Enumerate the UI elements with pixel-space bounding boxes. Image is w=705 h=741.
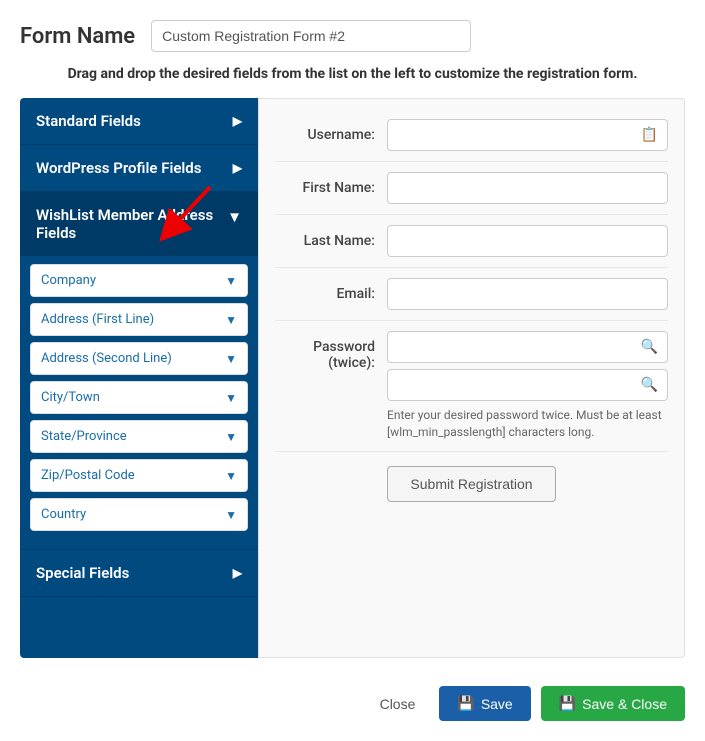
email-field-row: Email:	[275, 268, 668, 321]
footer-row: Close 💾 Save 💾 Save & Close	[20, 674, 685, 721]
address-fields-list: Company ▼ Address (First Line) ▼ Address…	[20, 256, 258, 549]
form-name-row: Form Name	[20, 20, 685, 52]
address-fields-label: WishList Member Address Fields	[36, 206, 227, 242]
sidebar-item-wordpress-fields[interactable]: WordPress Profile Fields ▶	[20, 145, 258, 191]
password-input-2[interactable]	[387, 369, 668, 401]
save-label: Save	[481, 696, 513, 712]
list-item[interactable]: Country ▼	[30, 498, 248, 531]
password-input-2-wrapper: 🔍	[387, 369, 668, 401]
save-close-label: Save & Close	[582, 696, 667, 712]
sidebar-item-standard-fields[interactable]: Standard Fields ▶	[20, 98, 258, 144]
save-icon: 💾	[457, 695, 474, 712]
sidebar-section-wordpress: WordPress Profile Fields ▶	[20, 145, 258, 192]
list-item[interactable]: Address (Second Line) ▼	[30, 342, 248, 375]
sidebar-item-address-fields[interactable]: WishList Member Address Fields ▼	[20, 192, 258, 256]
firstname-input[interactable]	[387, 172, 668, 204]
list-item[interactable]: Company ▼	[30, 264, 248, 297]
username-field-row: Username: 📋	[275, 109, 668, 162]
email-label: Email:	[275, 286, 375, 302]
save-button[interactable]: 💾 Save	[439, 686, 530, 721]
list-item[interactable]: Zip/Postal Code ▼	[30, 459, 248, 492]
save-close-icon: 💾	[559, 695, 576, 712]
sidebar-item-special-fields[interactable]: Special Fields ▶	[20, 550, 258, 596]
field-item-label: Country	[41, 507, 86, 522]
lock-icon-1: 🔍	[641, 339, 658, 355]
field-item-label: Address (Second Line)	[41, 351, 172, 366]
form-name-input[interactable]	[151, 20, 471, 52]
chevron-down-icon: ▼	[225, 391, 237, 405]
form-name-label: Form Name	[20, 24, 135, 49]
firstname-field-row: First Name:	[275, 162, 668, 215]
field-item-label: City/Town	[41, 390, 100, 405]
sidebar-section-address: WishList Member Address Fields ▼ Comp	[20, 192, 258, 550]
email-input-wrapper	[387, 278, 668, 310]
address-fields-arrow-icon: ▼	[227, 208, 242, 226]
wordpress-fields-label: WordPress Profile Fields	[36, 159, 201, 177]
password-hint: Enter your desired password twice. Must …	[387, 407, 668, 441]
field-item-label: Company	[41, 273, 96, 288]
field-item-label: State/Province	[41, 429, 127, 444]
list-item[interactable]: Address (First Line) ▼	[30, 303, 248, 336]
lastname-input[interactable]	[387, 225, 668, 257]
password-section: Password (twice): 🔍 🔍 Enter your desired…	[275, 321, 668, 452]
firstname-label: First Name:	[275, 180, 375, 196]
chevron-down-icon: ▼	[225, 508, 237, 522]
submit-row: Submit Registration	[275, 452, 668, 516]
lastname-label: Last Name:	[275, 233, 375, 249]
main-layout: Standard Fields ▶ WordPress Profile Fiel…	[20, 98, 685, 658]
special-fields-label: Special Fields	[36, 564, 129, 582]
password-input-1[interactable]	[387, 331, 668, 363]
standard-fields-arrow-icon: ▶	[233, 114, 242, 128]
save-close-button[interactable]: 💾 Save & Close	[541, 686, 685, 721]
chevron-down-icon: ▼	[225, 313, 237, 327]
password-fields-wrapper: 🔍 🔍 Enter your desired password twice. M…	[387, 331, 668, 441]
id-card-icon: 📋	[641, 127, 658, 143]
list-item[interactable]: City/Town ▼	[30, 381, 248, 414]
sidebar-section-standard: Standard Fields ▶	[20, 98, 258, 145]
list-item[interactable]: State/Province ▼	[30, 420, 248, 453]
field-item-label: Address (First Line)	[41, 312, 154, 327]
sidebar: Standard Fields ▶ WordPress Profile Fiel…	[20, 98, 258, 658]
standard-fields-label: Standard Fields	[36, 112, 141, 130]
lastname-field-row: Last Name:	[275, 215, 668, 268]
lock-icon-2: 🔍	[641, 377, 658, 393]
lastname-input-wrapper	[387, 225, 668, 257]
username-label: Username:	[275, 127, 375, 143]
password-input-1-wrapper: 🔍	[387, 331, 668, 363]
username-input[interactable]	[387, 119, 668, 151]
close-button[interactable]: Close	[366, 688, 430, 720]
chevron-down-icon: ▼	[225, 352, 237, 366]
chevron-down-icon: ▼	[225, 430, 237, 444]
form-area: Username: 📋 First Name: Last Name:	[258, 98, 685, 658]
chevron-down-icon: ▼	[225, 274, 237, 288]
sidebar-section-special: Special Fields ▶	[20, 550, 258, 597]
username-input-wrapper: 📋	[387, 119, 668, 151]
password-label: Password (twice):	[275, 331, 375, 371]
submit-registration-button[interactable]: Submit Registration	[387, 466, 555, 502]
special-fields-arrow-icon: ▶	[233, 566, 242, 580]
email-input[interactable]	[387, 278, 668, 310]
firstname-input-wrapper	[387, 172, 668, 204]
chevron-down-icon: ▼	[225, 469, 237, 483]
instructions-text: Drag and drop the desired fields from th…	[20, 66, 685, 82]
field-item-label: Zip/Postal Code	[41, 468, 135, 483]
wordpress-fields-arrow-icon: ▶	[233, 161, 242, 175]
